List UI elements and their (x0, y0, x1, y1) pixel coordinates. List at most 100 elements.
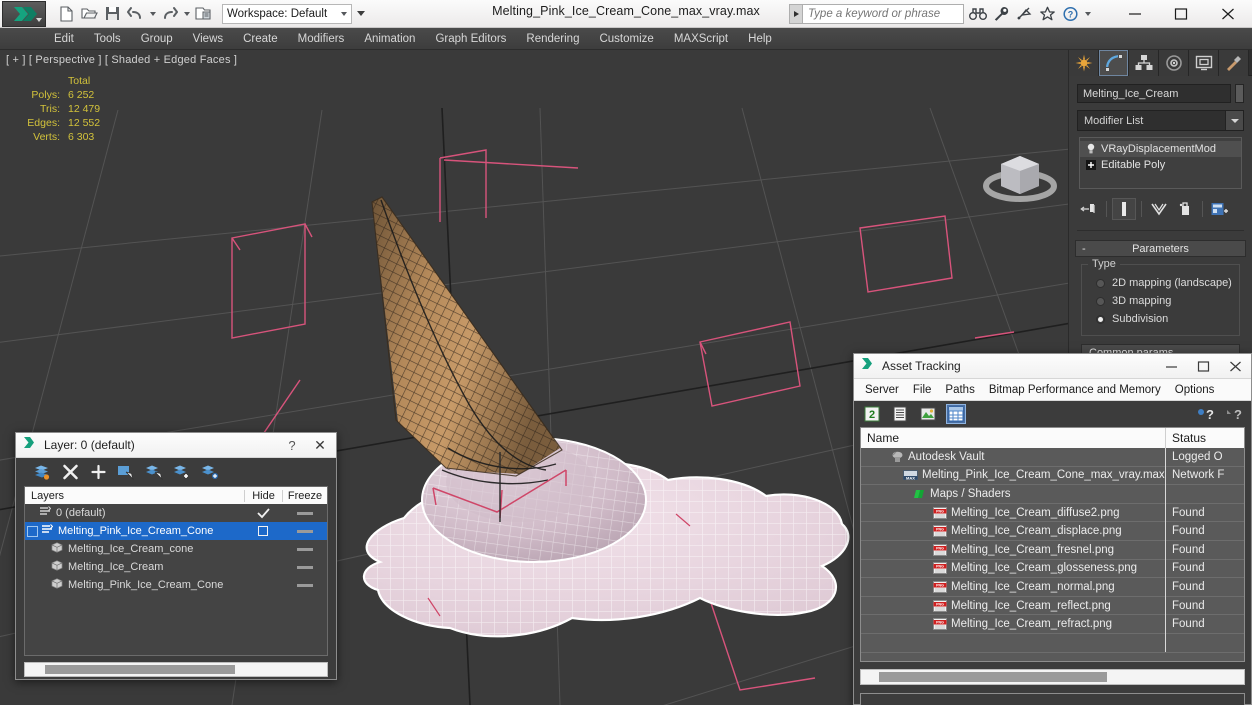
display-tab[interactable] (1189, 50, 1219, 76)
modifier-list-dropdown[interactable]: Modifier List (1077, 110, 1244, 131)
menu-item-animation[interactable]: Animation (354, 31, 425, 47)
remove-modifier-button[interactable] (1173, 198, 1197, 220)
menu-item-customize[interactable]: Customize (589, 31, 663, 47)
hierarchy-tab[interactable] (1129, 50, 1159, 76)
close-button[interactable] (1204, 0, 1252, 28)
refresh-icon[interactable]: 2 (862, 404, 882, 424)
new-file-icon[interactable] (56, 3, 77, 24)
pin-stack-button[interactable] (1077, 198, 1101, 220)
layer-row-melting-pink-ice-cream-cone-object[interactable]: Melting_Pink_Ice_Cream_Cone (25, 576, 327, 594)
help-icon[interactable]: ? (1060, 4, 1080, 24)
asset-list[interactable]: Name Status Autodesk Vault Logged O MAX (860, 427, 1245, 662)
wrench-icon[interactable] (991, 4, 1011, 24)
utilities-tab[interactable] (1219, 50, 1249, 76)
satellite-icon[interactable] (1014, 4, 1034, 24)
menu-item-tools[interactable]: Tools (84, 31, 131, 47)
layer-hide-cell[interactable] (282, 547, 327, 551)
bitmap-view-icon[interactable] (918, 404, 938, 424)
layer-hide-cell[interactable] (282, 565, 327, 569)
layer-list[interactable]: Layers Hide Freeze 0 (default) Melting_P… (24, 486, 328, 656)
layer-horizontal-scrollbar[interactable] (24, 662, 328, 677)
minimize-button[interactable] (1155, 354, 1187, 379)
asset-row-diffuse2[interactable]: PNG Melting_Ice_Cream_diffuse2.png Found (861, 503, 1244, 523)
menu-item-views[interactable]: Views (183, 31, 233, 47)
motion-tab[interactable] (1159, 50, 1189, 76)
stack-item-editable-poly[interactable]: Editable Poly (1080, 157, 1241, 173)
menu-item-rendering[interactable]: Rendering (516, 31, 589, 47)
search-box[interactable] (789, 3, 964, 24)
layer-row-melting-pink-ice-cream-cone[interactable]: Melting_Pink_Ice_Cream_Cone (25, 522, 327, 540)
redo-dropdown-caret-icon[interactable] (182, 3, 191, 24)
add-selection-icon[interactable] (88, 462, 108, 482)
asset-row-refract[interactable]: PNG Melting_Ice_Cream_refract.png Found (861, 614, 1244, 634)
rollout-collapse-icon[interactable]: - (1082, 243, 1086, 255)
asset-row-vault[interactable]: Autodesk Vault Logged O (861, 447, 1244, 467)
help-query-icon[interactable]: ? (1195, 404, 1215, 424)
star-icon[interactable] (1037, 4, 1057, 24)
at-menu-file[interactable]: File (906, 382, 939, 398)
menu-item-maxscript[interactable]: MAXScript (664, 31, 738, 47)
radio-3d-mapping[interactable]: 3D mapping (1088, 292, 1233, 310)
at-menu-options[interactable]: Options (1168, 382, 1222, 398)
scrollbar-thumb[interactable] (879, 672, 1107, 682)
select-objects-in-layer-icon[interactable] (116, 462, 136, 482)
layer-current-check[interactable] (244, 507, 282, 519)
layer-expand-box-icon[interactable] (27, 525, 38, 537)
asset-horizontal-scrollbar[interactable] (860, 669, 1245, 685)
light-bulb-icon[interactable] (1084, 143, 1098, 155)
layer-window[interactable]: Layer: 0 (default) ? ✕ Layers Hide Freez… (15, 432, 337, 680)
workspace-dropdown-button[interactable] (354, 4, 368, 24)
radio-subdivision[interactable]: Subdivision (1088, 310, 1233, 328)
make-unique-button[interactable] (1147, 198, 1171, 220)
configure-modifier-sets-button[interactable] (1208, 198, 1232, 220)
layer-hide-cell[interactable] (282, 529, 327, 533)
open-file-icon[interactable] (79, 3, 100, 24)
menu-item-modifiers[interactable]: Modifiers (288, 31, 355, 47)
grid-view-icon[interactable] (946, 404, 966, 424)
menu-item-group[interactable]: Group (131, 31, 183, 47)
search-caret-icon[interactable] (790, 4, 803, 23)
radio-icon[interactable] (1096, 296, 1105, 306)
modifier-list-caret-icon[interactable] (1225, 111, 1243, 130)
redo-icon[interactable] (159, 3, 180, 24)
help-dropdown-caret-icon[interactable] (1083, 3, 1092, 24)
project-folder-icon[interactable] (193, 3, 214, 24)
minimize-button[interactable] (1112, 0, 1158, 28)
layer-properties-icon[interactable] (200, 462, 220, 482)
layer-window-titlebar[interactable]: Layer: 0 (default) ? ✕ (16, 433, 336, 458)
create-new-layer-icon[interactable] (32, 462, 52, 482)
layer-help-button[interactable]: ? (280, 433, 304, 458)
radio-icon[interactable] (1096, 314, 1105, 324)
asset-row-reflect[interactable]: PNG Melting_Ice_Cream_reflect.png Found (861, 596, 1244, 616)
menu-item-graph-editors[interactable]: Graph Editors (425, 31, 516, 47)
at-menu-bitmap-performance[interactable]: Bitmap Performance and Memory (982, 382, 1168, 398)
asset-row-normal[interactable]: PNG Melting_Ice_Cream_normal.png Found (861, 577, 1244, 597)
layer-row-melting-ice-cream-cone[interactable]: Melting_Ice_Cream_cone (25, 540, 327, 558)
binoculars-icon[interactable] (968, 4, 988, 24)
at-menu-paths[interactable]: Paths (938, 382, 981, 398)
layer-current-check[interactable] (244, 526, 282, 536)
asset-row-maps-shaders[interactable]: Maps / Shaders (861, 484, 1244, 504)
menu-item-create[interactable]: Create (233, 31, 288, 47)
create-tab[interactable] (1069, 50, 1099, 76)
search-input[interactable] (803, 4, 963, 23)
menu-item-help[interactable]: Help (738, 31, 782, 47)
context-help-icon[interactable]: ? (1223, 404, 1243, 424)
parameters-rollout-header[interactable]: - Parameters (1075, 240, 1246, 257)
layer-row-melting-ice-cream[interactable]: Melting_Ice_Cream (25, 558, 327, 576)
save-file-icon[interactable] (102, 3, 123, 24)
layer-hide-cell[interactable] (282, 583, 327, 587)
asset-tracking-titlebar[interactable]: Asset Tracking (854, 354, 1251, 379)
asset-row-fresnel[interactable]: PNG Melting_Ice_Cream_fresnel.png Found (861, 540, 1244, 560)
expand-plus-icon[interactable] (1084, 160, 1098, 170)
highlight-selected-objects-layer-icon[interactable] (144, 462, 164, 482)
show-end-result-button[interactable] (1112, 198, 1136, 220)
object-color-swatch[interactable] (1235, 84, 1244, 103)
modify-tab[interactable] (1099, 50, 1129, 76)
layer-row-default[interactable]: 0 (default) (25, 504, 327, 522)
layer-hide-cell[interactable] (282, 511, 327, 515)
object-name-input[interactable] (1077, 84, 1231, 103)
close-button[interactable] (1219, 354, 1251, 379)
delete-layer-icon[interactable] (60, 462, 80, 482)
scrollbar-thumb[interactable] (45, 665, 235, 674)
